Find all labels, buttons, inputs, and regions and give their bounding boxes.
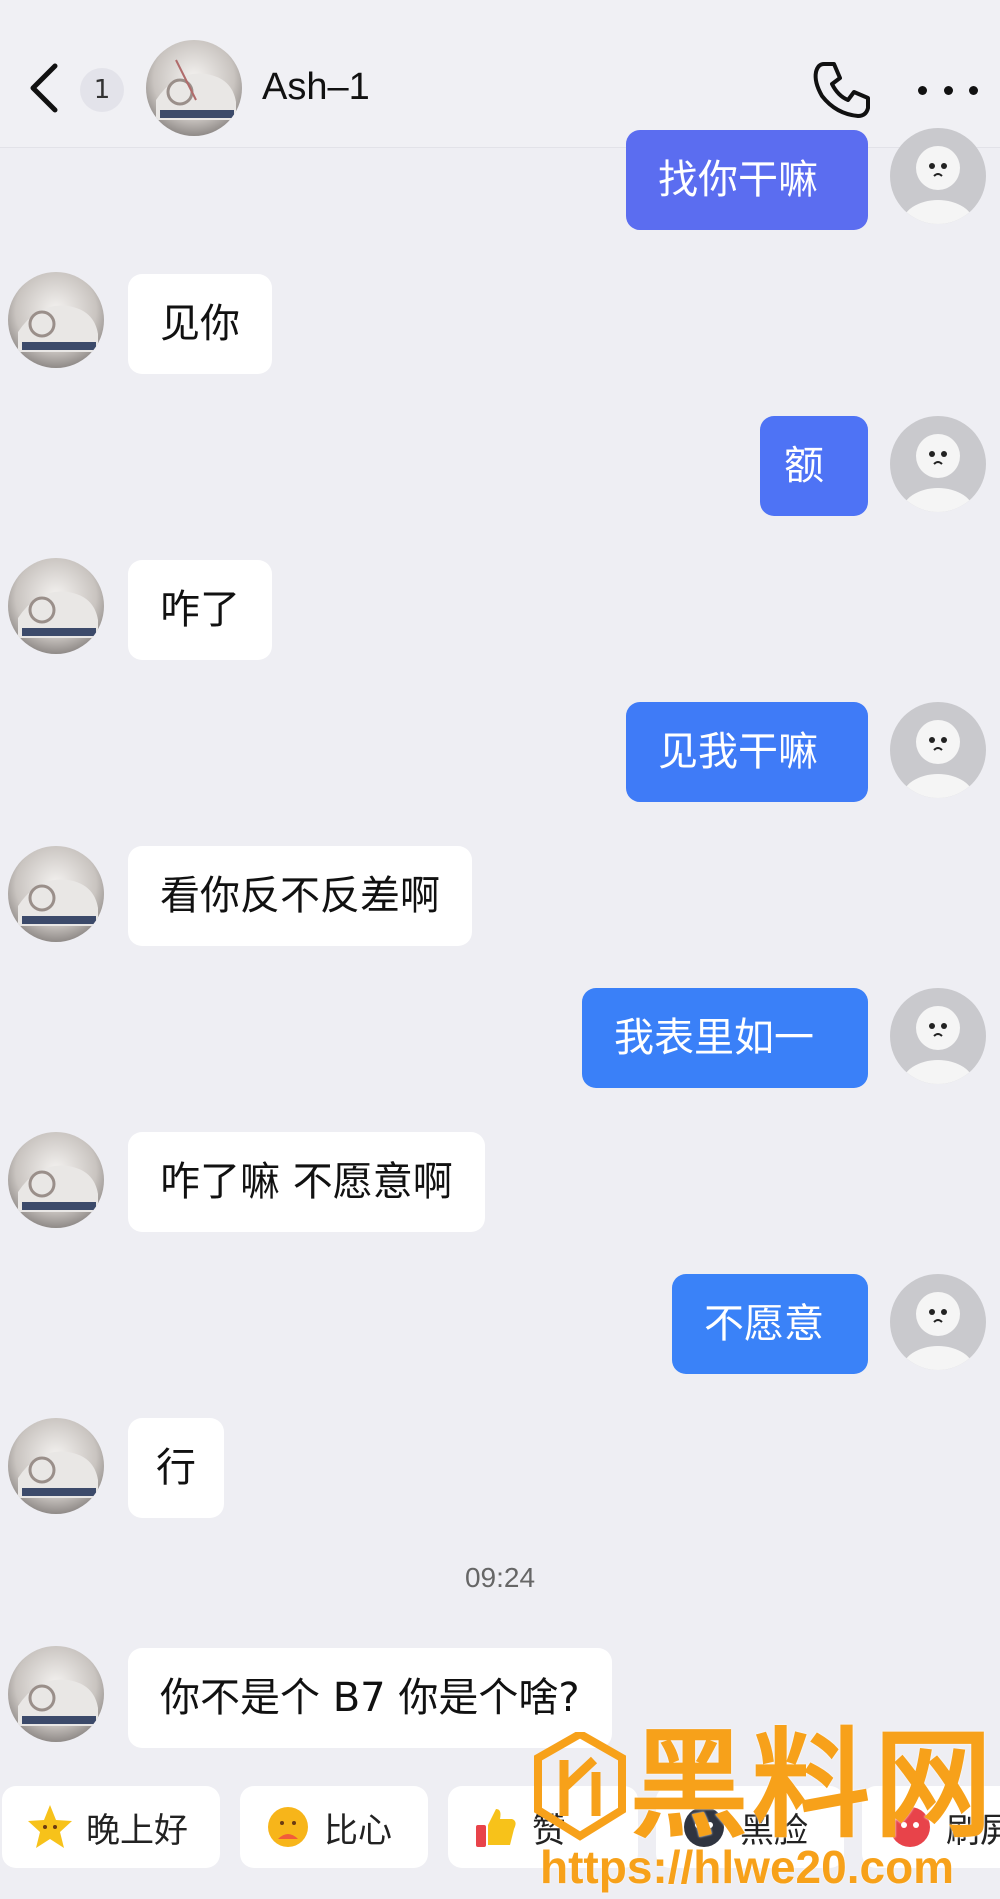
contact-avatar[interactable] [146, 40, 242, 136]
self-avatar[interactable] [890, 1274, 986, 1370]
chevron-left-icon [30, 63, 58, 113]
quick-reply-label: 晚上好 [86, 1810, 188, 1851]
quick-reply-dark-face[interactable]: 黑脸 [656, 1786, 844, 1868]
message-bubble-outgoing[interactable]: 额 [760, 416, 868, 516]
star-face-icon [28, 1805, 72, 1848]
message-bubble-incoming[interactable]: 你不是个 B7 你是个啥? [128, 1648, 612, 1748]
contact-avatar[interactable] [8, 1132, 104, 1228]
message-bubble-outgoing[interactable]: 找你干嘛 [626, 130, 868, 230]
quick-reply-label: 赞 [532, 1810, 566, 1851]
more-dot [943, 85, 953, 95]
message-bubble-incoming[interactable]: 看你反不反差啊 [128, 846, 472, 946]
message-bubble-outgoing[interactable]: 见我干嘛 [626, 702, 868, 802]
more-dot [918, 85, 927, 95]
more-options-button[interactable] [918, 72, 978, 108]
self-avatar[interactable] [890, 988, 986, 1084]
message-bubble-outgoing[interactable]: 不愿意 [672, 1274, 868, 1374]
contact-avatar[interactable] [8, 1646, 104, 1742]
message-bubble-outgoing[interactable]: 我表里如一 [582, 988, 868, 1088]
quick-reply-label: 比心 [324, 1810, 392, 1851]
dark-face-icon [684, 1807, 724, 1847]
quick-reply-spam[interactable]: 刷屏 [862, 1786, 1000, 1868]
contact-avatar[interactable] [8, 846, 104, 942]
message-bubble-incoming[interactable]: 咋了 [128, 560, 272, 660]
quick-reply-bar: 晚上好 比心 赞 黑脸 刷屏 [0, 1786, 1000, 1886]
quick-reply-good-evening[interactable]: 晚上好 [2, 1786, 220, 1868]
unread-badge: 1 [80, 68, 124, 112]
quick-reply-heart[interactable]: 比心 [240, 1786, 428, 1868]
call-button[interactable] [810, 58, 874, 122]
contact-avatar[interactable] [8, 1418, 104, 1514]
message-timestamp: 09:24 [464, 1562, 536, 1593]
contact-name: Ash–1 [262, 66, 370, 108]
contact-avatar[interactable] [8, 272, 104, 368]
heart-hands-icon [268, 1807, 308, 1847]
quick-reply-label: 刷屏 [946, 1810, 1000, 1851]
quick-reply-label: 黑脸 [740, 1810, 808, 1851]
contact-avatar[interactable] [8, 558, 104, 654]
chat-header: 1 Ash–1 [0, 0, 1000, 148]
thumbs-up-icon [476, 1809, 516, 1847]
self-avatar[interactable] [890, 702, 986, 798]
self-avatar[interactable] [890, 416, 986, 512]
more-dot [969, 85, 978, 95]
phone-icon [813, 62, 870, 118]
message-bubble-incoming[interactable]: 行 [128, 1418, 224, 1518]
red-face-icon [890, 1807, 930, 1847]
back-button[interactable] [14, 52, 74, 124]
self-avatar[interactable] [890, 128, 986, 224]
message-bubble-incoming[interactable]: 咋了嘛 不愿意啊 [128, 1132, 485, 1232]
message-bubble-incoming[interactable]: 见你 [128, 274, 272, 374]
quick-reply-like[interactable]: 赞 [448, 1786, 638, 1868]
